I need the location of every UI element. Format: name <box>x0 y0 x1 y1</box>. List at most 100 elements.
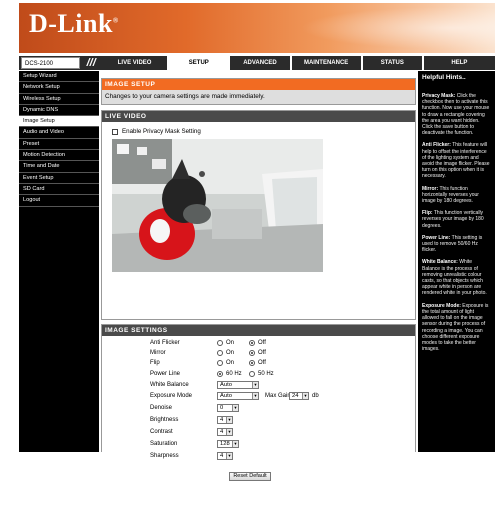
sidebar-item-wireless-setup[interactable]: Wireless Setup <box>19 94 99 105</box>
sidebar-item-setup-wizard[interactable]: Setup Wizard <box>19 71 99 83</box>
hint-text: Click the checkbox then to activate this… <box>422 93 490 137</box>
sidebar-item-image-setup[interactable]: Image Setup <box>19 116 99 128</box>
dlink-logo[interactable]: D-Link® <box>29 9 119 39</box>
saturation-select[interactable]: 128 ▼ <box>217 440 239 448</box>
helpful-hints-panel: Helpful Hints.. Privacy Mask: Click the … <box>418 71 495 452</box>
privacy-mask-checkbox[interactable] <box>112 128 118 135</box>
power-line-50hz-radio[interactable] <box>249 371 255 377</box>
chevron-down-icon: ▼ <box>226 453 232 459</box>
image-setup-panel: IMAGE SETUP Changes to your camera setti… <box>101 78 416 105</box>
power-line-label: Power Line <box>150 371 181 377</box>
sidebar-item-event-setup[interactable]: Event Setup <box>19 173 99 184</box>
chevron-down-icon: ▼ <box>252 382 258 388</box>
camera-admin-page: D-Link® DCS-2100 /// LIVE VIDEO SETUP AD… <box>0 0 495 520</box>
mirror-label: Mirror <box>150 350 166 356</box>
main-content: IMAGE SETUP Changes to your camera setti… <box>101 71 416 520</box>
hint-exposure-mode: Exposure Mode: Exposure is the total amo… <box>422 303 491 353</box>
tab-live-video[interactable]: LIVE VIDEO <box>102 56 167 70</box>
max-gain-unit: db <box>312 393 319 399</box>
hint-heading: Flip: <box>422 210 433 217</box>
saturation-row: Saturation 128 ▼ <box>102 440 417 450</box>
anti-flicker-off-label: Off <box>258 340 266 346</box>
sharpness-label: Sharpness <box>150 453 179 459</box>
flip-on-label: On <box>226 360 235 366</box>
exposure-mode-select[interactable]: Auto ▼ <box>217 392 259 400</box>
chevron-down-icon: ▼ <box>252 393 258 399</box>
denoise-label: Denoise <box>150 405 173 411</box>
sidebar: Setup Wizard Network Setup Wireless Setu… <box>19 71 99 452</box>
model-label: DCS-2100 <box>21 57 81 69</box>
tab-status[interactable]: STATUS <box>363 56 422 70</box>
mirror-on-radio[interactable] <box>217 350 223 356</box>
white-balance-row: White Balance Auto ▼ <box>102 381 417 391</box>
mirror-row: Mirror On Off <box>102 349 417 359</box>
exposure-mode-label: Exposure Mode <box>150 393 193 399</box>
hint-heading: Mirror: <box>422 185 439 192</box>
logo-trademark: ® <box>112 16 119 25</box>
mirror-on-label: On <box>226 350 235 356</box>
mirror-off-radio[interactable] <box>249 350 255 356</box>
hint-flip: Flip: This function vertically reverses … <box>422 210 491 229</box>
flip-on-radio[interactable] <box>217 360 223 366</box>
max-gain-value: 24 <box>292 393 299 399</box>
white-balance-value: Auto <box>220 382 232 388</box>
chevron-down-icon: ▼ <box>302 393 308 399</box>
reset-default-button[interactable]: Reset Default <box>229 472 271 481</box>
live-video-body: Enable Privacy Mask Setting <box>102 122 415 318</box>
sharpness-select[interactable]: 4 ▼ <box>217 452 233 460</box>
max-gain-label: Max Gain <box>265 393 291 399</box>
sidebar-item-audio-and-video[interactable]: Audio and Video <box>19 127 99 139</box>
top-navigation: DCS-2100 /// LIVE VIDEO SETUP ADVANCED M… <box>19 56 495 70</box>
header-banner: D-Link® <box>19 3 495 53</box>
power-line-60hz-label: 60 Hz <box>226 371 242 377</box>
brightness-select[interactable]: 4 ▼ <box>217 416 233 424</box>
hint-white-balance: White Balance: White Balance is the proc… <box>422 259 491 296</box>
anti-flicker-on-radio[interactable] <box>217 340 223 346</box>
live-video-title: LIVE VIDEO <box>102 111 415 122</box>
tab-maintenance[interactable]: MAINTENANCE <box>292 56 361 70</box>
denoise-select[interactable]: 0 ▼ <box>217 404 239 412</box>
hint-anti-flicker: Anti Flicker: This feature will help to … <box>422 142 491 179</box>
power-line-60hz-radio[interactable] <box>217 371 223 377</box>
white-balance-label: White Balance <box>150 382 189 388</box>
sidebar-item-time-and-date[interactable]: Time and Date <box>19 161 99 173</box>
white-balance-select[interactable]: Auto ▼ <box>217 381 259 389</box>
tab-advanced[interactable]: ADVANCED <box>230 56 289 70</box>
mirror-off-label: Off <box>258 350 266 356</box>
sidebar-item-motion-detection[interactable]: Motion Detection <box>19 150 99 162</box>
flip-off-radio[interactable] <box>249 360 255 366</box>
live-video-feed <box>112 139 323 272</box>
tab-help[interactable]: HELP <box>424 56 495 70</box>
sharpness-row: Sharpness 4 ▼ <box>102 452 417 462</box>
contrast-label: Contrast <box>150 429 173 435</box>
denoise-value: 0 <box>220 405 224 411</box>
chevron-down-icon: ▼ <box>226 429 232 435</box>
anti-flicker-row: Anti Flicker On Off <box>102 339 417 349</box>
max-gain-select[interactable]: 24 ▼ <box>289 392 309 400</box>
contrast-select[interactable]: 4 ▼ <box>217 428 233 436</box>
sidebar-item-dynamic-dns[interactable]: Dynamic DNS <box>19 105 99 117</box>
brightness-value: 4 <box>220 417 224 423</box>
brightness-row: Brightness 4 ▼ <box>102 416 417 426</box>
image-setup-title: IMAGE SETUP <box>102 79 415 90</box>
logo-text: D-Link <box>29 9 113 38</box>
anti-flicker-label: Anti Flicker <box>150 340 180 346</box>
brightness-label: Brightness <box>150 417 179 423</box>
sidebar-item-logout[interactable]: Logout <box>19 195 99 207</box>
sidebar-item-sd-card[interactable]: SD Card <box>19 184 99 196</box>
nav-separator-slashes: /// <box>86 57 96 69</box>
anti-flicker-off-radio[interactable] <box>249 340 255 346</box>
header-swoosh-decoration <box>275 3 495 53</box>
sidebar-item-preset[interactable]: Preset <box>19 139 99 151</box>
hint-text: This feature will help to offset the int… <box>422 142 490 180</box>
contrast-row: Contrast 4 ▼ <box>102 428 417 438</box>
image-settings-body: Anti Flicker On Off Mirror On Off Flip O… <box>102 336 415 520</box>
tab-setup[interactable]: SETUP <box>169 56 229 70</box>
hint-privacy-mask: Privacy Mask: Click the checkbox then to… <box>422 93 491 136</box>
hints-title: Helpful Hints.. <box>422 74 466 81</box>
hint-heading: White Balance: <box>422 259 458 266</box>
hint-power-line: Power Line: This setting is used to remo… <box>422 235 491 254</box>
sidebar-item-network-setup[interactable]: Network Setup <box>19 82 99 94</box>
hint-heading: Power Line: <box>422 234 451 241</box>
exposure-mode-row: Exposure Mode Auto ▼ Max Gain 24 ▼ db <box>102 392 417 402</box>
